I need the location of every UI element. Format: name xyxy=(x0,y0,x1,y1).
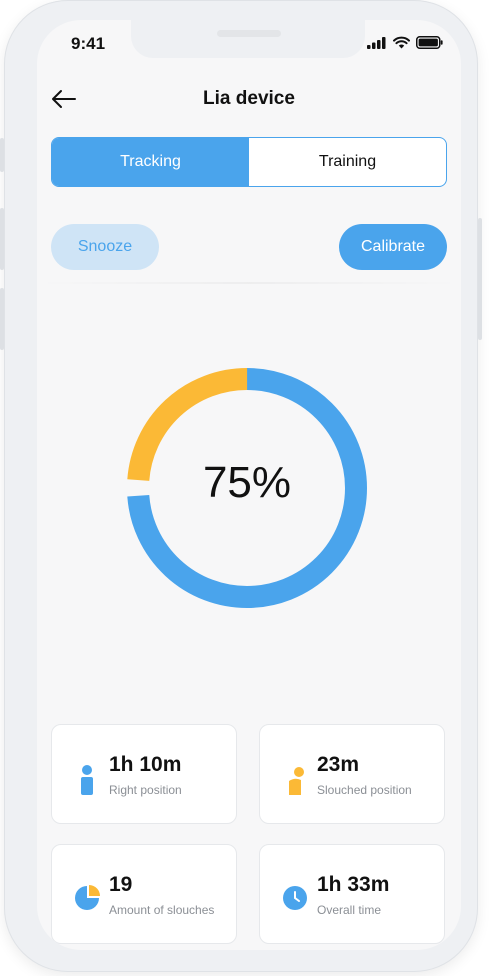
calibrate-button[interactable]: Calibrate xyxy=(339,224,447,270)
app-screen: 9:41 Lia device Tracking Training Snooze… xyxy=(37,20,461,950)
stat-card-slouched-position: 23m Slouched position xyxy=(259,724,445,824)
person-upright-icon xyxy=(81,765,93,795)
wifi-icon xyxy=(393,36,410,49)
stat-label: Overall time xyxy=(317,903,382,917)
stat-label: Slouched position xyxy=(317,783,412,797)
header: Lia device xyxy=(37,84,461,124)
stat-value: 1h 33m xyxy=(317,873,390,896)
stat-label: Amount of slouches xyxy=(109,903,215,917)
speaker xyxy=(217,30,281,37)
volume-up-button xyxy=(0,208,4,270)
stat-card-right-position: 1h 10m Right position xyxy=(51,724,237,824)
status-icons xyxy=(367,36,443,49)
signal-icon xyxy=(367,36,386,49)
stat-value: 23m xyxy=(317,753,360,776)
tab-tracking[interactable]: Tracking xyxy=(52,138,249,186)
person-slouched-icon xyxy=(289,767,304,795)
volume-down-button xyxy=(0,288,4,350)
side-button xyxy=(0,138,4,172)
snooze-button[interactable]: Snooze xyxy=(51,224,159,270)
notch xyxy=(131,20,365,58)
power-button xyxy=(478,218,482,340)
stat-label: Right position xyxy=(109,783,182,797)
tab-bar: Tracking Training xyxy=(51,137,447,187)
stat-value: 1h 10m xyxy=(109,753,182,776)
phone-frame: 9:41 Lia device Tracking Training Snooze… xyxy=(0,0,482,972)
divider xyxy=(37,282,461,284)
page-title: Lia device xyxy=(203,88,295,109)
stat-value: 19 xyxy=(109,873,133,896)
status-time: 9:41 xyxy=(71,34,106,53)
tab-training[interactable]: Training xyxy=(249,138,446,186)
stat-card-slouch-count: 19 Amount of slouches xyxy=(51,844,237,944)
battery-icon xyxy=(416,36,443,49)
stat-card-overall-time: 1h 33m Overall time xyxy=(259,844,445,944)
pie-chart-icon xyxy=(75,885,100,910)
clock-icon xyxy=(283,886,307,910)
progress-percent: 75% xyxy=(202,458,292,507)
